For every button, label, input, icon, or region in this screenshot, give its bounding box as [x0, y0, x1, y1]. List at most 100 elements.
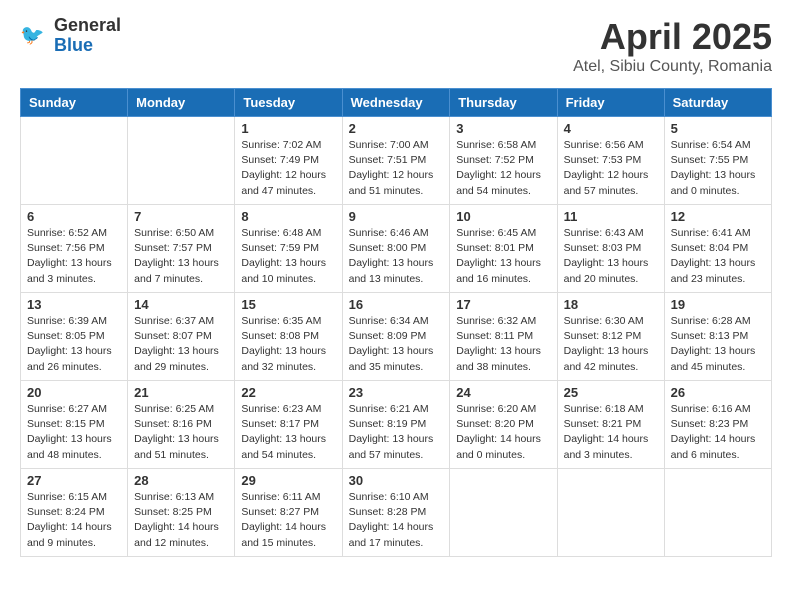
- day-number: 8: [241, 209, 335, 224]
- day-info: Sunrise: 6:30 AMSunset: 8:12 PMDaylight:…: [564, 314, 658, 375]
- logo: 🐦 General Blue: [20, 16, 121, 56]
- week-row: 13Sunrise: 6:39 AMSunset: 8:05 PMDayligh…: [21, 293, 772, 381]
- day-info: Sunrise: 6:18 AMSunset: 8:21 PMDaylight:…: [564, 402, 658, 463]
- logo-blue: Blue: [54, 36, 121, 56]
- day-info: Sunrise: 6:45 AMSunset: 8:01 PMDaylight:…: [456, 226, 550, 287]
- day-cell: 19Sunrise: 6:28 AMSunset: 8:13 PMDayligh…: [664, 293, 771, 381]
- day-number: 24: [456, 385, 550, 400]
- day-info: Sunrise: 6:27 AMSunset: 8:15 PMDaylight:…: [27, 402, 121, 463]
- day-info: Sunrise: 6:43 AMSunset: 8:03 PMDaylight:…: [564, 226, 658, 287]
- day-info: Sunrise: 6:25 AMSunset: 8:16 PMDaylight:…: [134, 402, 228, 463]
- day-number: 23: [349, 385, 444, 400]
- weekday-header: Monday: [128, 89, 235, 117]
- day-cell: 23 Sunrise: 6:21 AMSunset: 8:19 PMDayligh…: [342, 381, 450, 469]
- logo-text: General Blue: [54, 16, 121, 56]
- day-number: 11: [564, 209, 658, 224]
- day-number: 6: [27, 209, 121, 224]
- day-cell: 26 Sunrise: 6:16 AMSunset: 8:23 PMDayligh…: [664, 381, 771, 469]
- day-info: Sunrise: 6:39 AMSunset: 8:05 PMDaylight:…: [27, 314, 121, 375]
- day-info: Sunrise: 6:41 AMSunset: 8:04 PMDaylight:…: [671, 226, 765, 287]
- day-number: 19: [671, 297, 765, 312]
- day-number: 25: [564, 385, 658, 400]
- day-number: 18: [564, 297, 658, 312]
- day-cell: 14Sunrise: 6:37 AMSunset: 8:07 PMDayligh…: [128, 293, 235, 381]
- day-cell: 9Sunrise: 6:46 AMSunset: 8:00 PMDaylight…: [342, 205, 450, 293]
- day-number: 29: [241, 473, 335, 488]
- day-number: 10: [456, 209, 550, 224]
- day-info: Sunrise: 6:48 AMSunset: 7:59 PMDaylight:…: [241, 226, 335, 287]
- day-number: 5: [671, 121, 765, 136]
- day-cell: 5 Sunrise: 6:54 AMSunset: 7:55 PMDaylight…: [664, 117, 771, 205]
- day-number: 27: [27, 473, 121, 488]
- day-number: 4: [564, 121, 658, 136]
- day-info: Sunrise: 6:58 AMSunset: 7:52 PMDaylight:…: [456, 138, 550, 199]
- day-info: Sunrise: 6:34 AMSunset: 8:09 PMDaylight:…: [349, 314, 444, 375]
- day-info: Sunrise: 6:15 AMSunset: 8:24 PMDaylight:…: [27, 490, 121, 551]
- day-cell: 20 Sunrise: 6:27 AMSunset: 8:15 PMDayligh…: [21, 381, 128, 469]
- day-cell: [557, 469, 664, 557]
- day-cell: 28Sunrise: 6:13 AMSunset: 8:25 PMDayligh…: [128, 469, 235, 557]
- day-cell: 3 Sunrise: 6:58 AMSunset: 7:52 PMDaylight…: [450, 117, 557, 205]
- day-info: Sunrise: 6:46 AMSunset: 8:00 PMDaylight:…: [349, 226, 444, 287]
- day-number: 22: [241, 385, 335, 400]
- weekday-header-row: SundayMondayTuesdayWednesdayThursdayFrid…: [21, 89, 772, 117]
- day-info: Sunrise: 6:16 AMSunset: 8:23 PMDaylight:…: [671, 402, 765, 463]
- day-cell: [128, 117, 235, 205]
- day-number: 3: [456, 121, 550, 136]
- day-cell: 2 Sunrise: 7:00 AMSunset: 7:51 PMDaylight…: [342, 117, 450, 205]
- week-row: 1 Sunrise: 7:02 AMSunset: 7:49 PMDaylight…: [21, 117, 772, 205]
- day-info: Sunrise: 6:21 AMSunset: 8:19 PMDaylight:…: [349, 402, 444, 463]
- day-number: 17: [456, 297, 550, 312]
- day-number: 1: [241, 121, 335, 136]
- day-cell: 22 Sunrise: 6:23 AMSunset: 8:17 PMDayligh…: [235, 381, 342, 469]
- logo-icon: 🐦: [20, 22, 48, 50]
- day-number: 16: [349, 297, 444, 312]
- weekday-header: Saturday: [664, 89, 771, 117]
- day-number: 2: [349, 121, 444, 136]
- day-info: Sunrise: 7:00 AMSunset: 7:51 PMDaylight:…: [349, 138, 444, 199]
- day-cell: 30 Sunrise: 6:10 AMSunset: 8:28 PMDayligh…: [342, 469, 450, 557]
- day-info: Sunrise: 7:02 AMSunset: 7:49 PMDaylight:…: [241, 138, 335, 199]
- day-info: Sunrise: 6:23 AMSunset: 8:17 PMDaylight:…: [241, 402, 335, 463]
- day-number: 12: [671, 209, 765, 224]
- week-row: 20 Sunrise: 6:27 AMSunset: 8:15 PMDayligh…: [21, 381, 772, 469]
- week-row: 6 Sunrise: 6:52 AMSunset: 7:56 PMDaylight…: [21, 205, 772, 293]
- day-cell: [21, 117, 128, 205]
- day-number: 7: [134, 209, 228, 224]
- day-number: 28: [134, 473, 228, 488]
- day-info: Sunrise: 6:54 AMSunset: 7:55 PMDaylight:…: [671, 138, 765, 199]
- day-info: Sunrise: 6:20 AMSunset: 8:20 PMDaylight:…: [456, 402, 550, 463]
- calendar-page: 🐦 General Blue April 2025 Atel, Sibiu Co…: [0, 0, 792, 573]
- day-cell: 8 Sunrise: 6:48 AMSunset: 7:59 PMDaylight…: [235, 205, 342, 293]
- day-number: 26: [671, 385, 765, 400]
- location: Atel, Sibiu County, Romania: [573, 58, 772, 76]
- day-cell: 29 Sunrise: 6:11 AMSunset: 8:27 PMDayligh…: [235, 469, 342, 557]
- day-info: Sunrise: 6:32 AMSunset: 8:11 PMDaylight:…: [456, 314, 550, 375]
- day-number: 30: [349, 473, 444, 488]
- day-cell: [664, 469, 771, 557]
- day-number: 21: [134, 385, 228, 400]
- day-cell: 10 Sunrise: 6:45 AMSunset: 8:01 PMDayligh…: [450, 205, 557, 293]
- day-cell: 12 Sunrise: 6:41 AMSunset: 8:04 PMDayligh…: [664, 205, 771, 293]
- day-info: Sunrise: 6:56 AMSunset: 7:53 PMDaylight:…: [564, 138, 658, 199]
- weekday-header: Friday: [557, 89, 664, 117]
- day-cell: 7 Sunrise: 6:50 AMSunset: 7:57 PMDaylight…: [128, 205, 235, 293]
- day-cell: 15Sunrise: 6:35 AMSunset: 8:08 PMDayligh…: [235, 293, 342, 381]
- day-info: Sunrise: 6:50 AMSunset: 7:57 PMDaylight:…: [134, 226, 228, 287]
- weekday-header: Sunday: [21, 89, 128, 117]
- weekday-header: Tuesday: [235, 89, 342, 117]
- week-row: 27 Sunrise: 6:15 AMSunset: 8:24 PMDayligh…: [21, 469, 772, 557]
- day-info: Sunrise: 6:37 AMSunset: 8:07 PMDaylight:…: [134, 314, 228, 375]
- day-cell: 25 Sunrise: 6:18 AMSunset: 8:21 PMDayligh…: [557, 381, 664, 469]
- day-info: Sunrise: 6:11 AMSunset: 8:27 PMDaylight:…: [241, 490, 335, 551]
- day-cell: 4 Sunrise: 6:56 AMSunset: 7:53 PMDaylight…: [557, 117, 664, 205]
- day-info: Sunrise: 6:10 AMSunset: 8:28 PMDaylight:…: [349, 490, 444, 551]
- day-cell: 16 Sunrise: 6:34 AMSunset: 8:09 PMDayligh…: [342, 293, 450, 381]
- month-title: April 2025: [573, 16, 772, 58]
- day-info: Sunrise: 6:52 AMSunset: 7:56 PMDaylight:…: [27, 226, 121, 287]
- weekday-header: Wednesday: [342, 89, 450, 117]
- day-cell: 6 Sunrise: 6:52 AMSunset: 7:56 PMDaylight…: [21, 205, 128, 293]
- title-block: April 2025 Atel, Sibiu County, Romania: [573, 16, 772, 76]
- day-number: 20: [27, 385, 121, 400]
- logo-general: General: [54, 16, 121, 36]
